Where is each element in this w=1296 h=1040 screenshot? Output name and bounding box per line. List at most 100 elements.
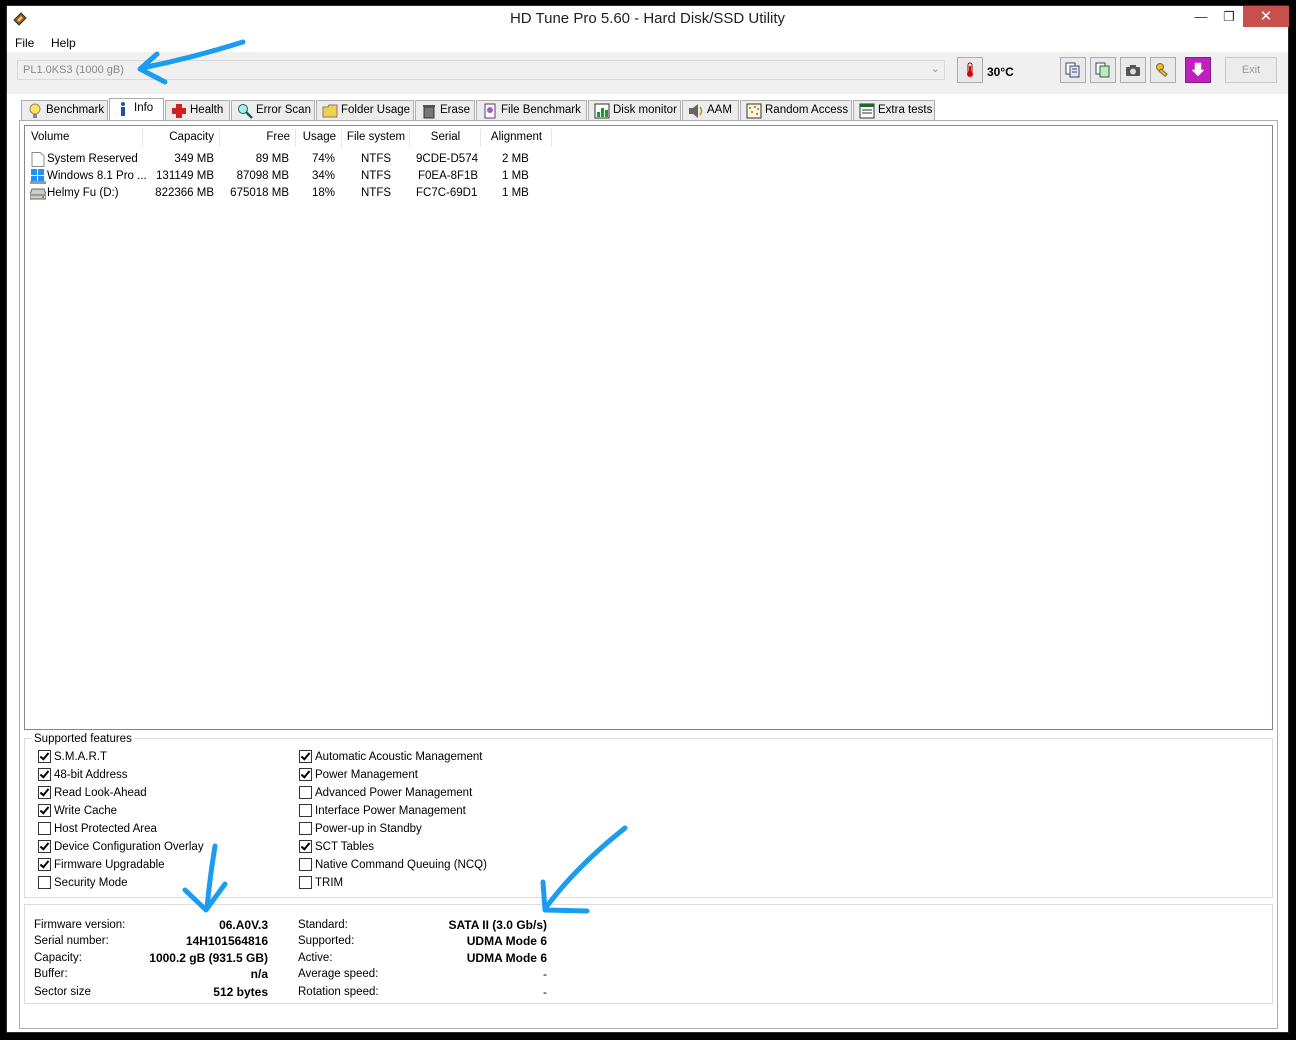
menu-file[interactable]: File [15, 36, 34, 50]
col-header-free[interactable]: Free [221, 129, 296, 147]
volume-list[interactable]: Volume Capacity Free Usage File system S… [24, 125, 1273, 730]
tab-label: Folder Usage [341, 104, 411, 116]
minimize-button[interactable]: — [1187, 6, 1215, 27]
feature-label: Advanced Power Management [315, 787, 473, 799]
cell-serial: FC7C-69D1 [416, 187, 478, 199]
features-legend: Supported features [32, 733, 134, 745]
hard-drive-icon [30, 188, 46, 200]
info-icon [121, 102, 125, 116]
spec-label-active: Active: [298, 952, 333, 964]
window-title: HD Tune Pro 5.60 - Hard Disk/SSD Utility [509, 10, 786, 27]
feature-checkbox [299, 822, 312, 835]
temperature-button[interactable] [957, 57, 983, 83]
close-button[interactable]: ✕ [1243, 6, 1289, 27]
feature-label: Security Mode [54, 877, 128, 889]
tab-extra-tests[interactable]: Extra tests [853, 100, 935, 120]
feature-label: Write Cache [54, 805, 118, 817]
copy-icon [1065, 62, 1080, 78]
monitor-chart-icon [594, 103, 610, 119]
feature-checkbox [299, 858, 312, 871]
menu-help[interactable]: Help [51, 36, 76, 50]
title-bar[interactable]: HD Tune Pro 5.60 - Hard Disk/SSD Utility… [7, 6, 1289, 32]
tab-label: Info [134, 102, 154, 114]
table-row[interactable]: Windows 8.1 Pro ... 131149 MB 87098 MB 3… [25, 168, 1272, 185]
table-row[interactable]: Helmy Fu (D:) 822366 MB 675018 MB 18% NT… [25, 185, 1272, 202]
feature-label: Host Protected Area [54, 823, 157, 835]
col-header-serial[interactable]: Serial [411, 129, 481, 147]
extra-tests-icon [859, 103, 875, 119]
tab-info[interactable]: Info [109, 98, 164, 121]
temperature-readout: 30°C [987, 65, 1014, 79]
keys-icon [1156, 63, 1168, 78]
cell-capacity: 822366 MB [155, 187, 214, 199]
tab-file-benchmark[interactable]: File Benchmark [476, 100, 587, 120]
save-button[interactable] [1185, 57, 1211, 83]
feature-label: 48-bit Address [54, 769, 128, 781]
menu-bar: File Help [7, 32, 1288, 52]
app-window: HD Tune Pro 5.60 - Hard Disk/SSD Utility… [6, 5, 1289, 1033]
cell-free: 675018 MB [230, 187, 289, 199]
col-header-volume[interactable]: Volume [31, 129, 143, 147]
thermometer-icon [967, 62, 973, 77]
red-cross-icon [172, 104, 186, 118]
spec-label-serial: Serial number: [34, 935, 109, 947]
col-header-capacity[interactable]: Capacity [144, 129, 220, 147]
cell-volume: Windows 8.1 Pro ... [47, 170, 147, 182]
cell-free: 87098 MB [236, 170, 289, 182]
feature-checkbox [299, 768, 312, 781]
feature-label: Power Management [315, 769, 418, 781]
cell-file-system: NTFS [361, 187, 392, 199]
col-header-alignment[interactable]: Alignment [482, 129, 552, 147]
tab-label: Benchmark [46, 104, 105, 116]
cell-capacity: 349 MB [174, 153, 214, 165]
spec-value-rotation-speed: - [543, 985, 547, 999]
cell-file-system: NTFS [361, 153, 392, 165]
col-header-usage[interactable]: Usage [297, 129, 342, 147]
feature-checkbox [38, 876, 51, 889]
tab-label: Random Access [765, 104, 849, 116]
feature-checkbox [299, 876, 312, 889]
feature-label: Device Configuration Overlay [54, 841, 204, 853]
tab-label: Health [190, 104, 224, 116]
table-row[interactable]: System Reserved 349 MB 89 MB 74% NTFS 9C… [25, 151, 1272, 168]
spec-value-serial: 14H101564816 [185, 934, 268, 948]
tab-label: Extra tests [878, 104, 933, 116]
drive-select[interactable]: PL1.0KS3 (1000 gB) ⌄ [17, 60, 945, 80]
spec-label-firmware: Firmware version: [34, 919, 126, 931]
cell-serial: F0EA-8F1B [418, 170, 479, 182]
tab-label: File Benchmark [501, 104, 581, 116]
tab-random-access[interactable]: Random Access [740, 100, 852, 120]
spec-value-sector-size: 512 bytes [213, 985, 268, 999]
toolbar: PL1.0KS3 (1000 gB) ⌄ 30°C Exit [7, 52, 1288, 94]
tab-label: Erase [440, 104, 471, 116]
feature-label: Power-up in Standby [315, 823, 422, 835]
windows-drive-icon [30, 169, 46, 184]
copy-info-button[interactable] [1060, 57, 1086, 83]
spec-label-capacity: Capacity: [34, 952, 82, 964]
cell-alignment: 2 MB [502, 153, 529, 165]
feature-label: TRIM [315, 877, 344, 889]
feature-label: S.M.A.R.T [54, 751, 108, 763]
copy-green-icon [1095, 62, 1110, 78]
tab-health[interactable]: Health [165, 100, 230, 120]
options-button[interactable] [1150, 57, 1176, 83]
tab-disk-monitor[interactable]: Disk monitor [588, 100, 681, 120]
cell-usage: 74% [311, 153, 335, 165]
copy-screen-button[interactable] [1090, 57, 1116, 83]
feature-checkbox [299, 786, 312, 799]
tab-label: Error Scan [256, 104, 311, 116]
tab-erase[interactable]: Erase [415, 100, 475, 120]
tab-error-scan[interactable]: Error Scan [231, 100, 315, 120]
feature-label: Interface Power Management [315, 805, 466, 817]
screenshot-button[interactable] [1120, 57, 1146, 83]
speaker-icon [689, 104, 703, 118]
tab-aam[interactable]: AAM [682, 100, 739, 120]
cell-capacity: 131149 MB [156, 170, 214, 182]
feature-label: SCT Tables [315, 841, 375, 853]
tab-folder-usage[interactable]: Folder Usage [316, 100, 414, 120]
feature-checkbox [299, 804, 312, 817]
exit-button[interactable]: Exit [1225, 57, 1277, 83]
col-header-file-system[interactable]: File system [343, 129, 410, 147]
tab-benchmark[interactable]: Benchmark [21, 100, 108, 120]
maximize-button[interactable]: ❐ [1215, 6, 1243, 27]
